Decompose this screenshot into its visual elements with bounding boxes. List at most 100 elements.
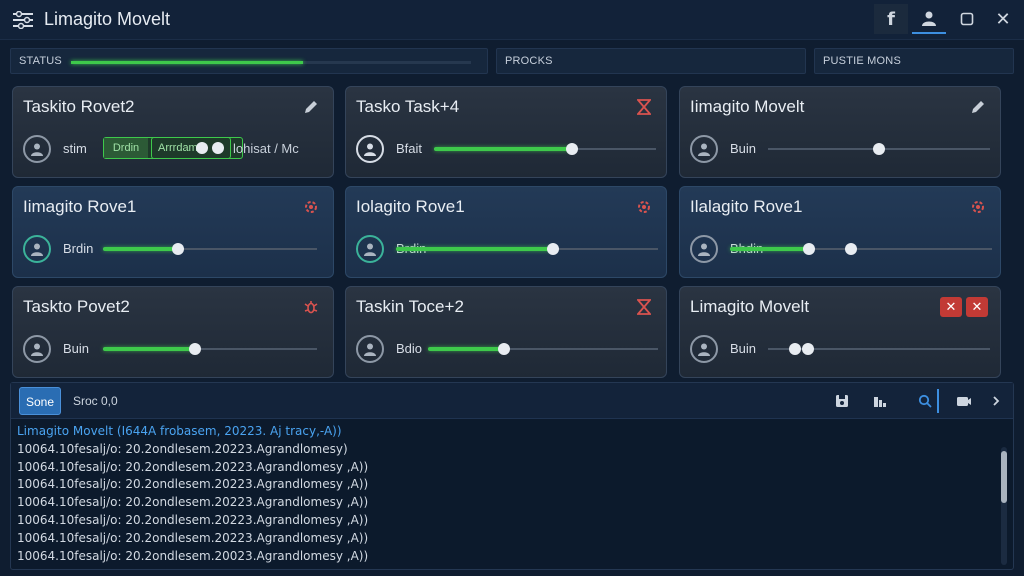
tab-sroc[interactable]: Sroc 0,0 bbox=[73, 394, 118, 408]
close-icon[interactable]: ✕ bbox=[966, 297, 988, 317]
avatar[interactable] bbox=[23, 135, 51, 163]
user-icon bbox=[31, 343, 43, 356]
card-title: Iimagito Movelt bbox=[690, 97, 805, 116]
task-card[interactable]: Iimagito Rove1 Brdin bbox=[12, 186, 334, 278]
gear-icon[interactable] bbox=[634, 197, 654, 217]
slider-fill bbox=[434, 147, 572, 151]
user-icon bbox=[364, 243, 376, 256]
slider-knob-secondary[interactable] bbox=[801, 343, 814, 355]
avatar[interactable] bbox=[356, 135, 384, 163]
card-title: Taskto Povet2 bbox=[23, 297, 130, 316]
slider-knob[interactable] bbox=[788, 343, 801, 355]
edit-icon[interactable] bbox=[301, 97, 321, 117]
segment-slider-label: Arrrdam bbox=[158, 142, 198, 154]
slider-track[interactable] bbox=[103, 243, 317, 255]
slider-track[interactable] bbox=[103, 343, 317, 355]
chart-button[interactable] bbox=[867, 389, 893, 413]
sliders-icon[interactable] bbox=[12, 11, 34, 29]
task-card[interactable]: Iimagito Movelt Buin bbox=[679, 86, 1001, 178]
maximize-icon bbox=[960, 12, 974, 26]
user-icon bbox=[364, 143, 376, 156]
task-card[interactable]: Taskito Rovet2 stim Drdin Arrrdam lohisa… bbox=[12, 86, 334, 178]
slider-track[interactable] bbox=[396, 243, 658, 255]
chevron-right-icon[interactable] bbox=[983, 389, 1009, 413]
user-icon bbox=[31, 143, 43, 156]
slider-label: Buin bbox=[63, 341, 90, 356]
avatar[interactable] bbox=[690, 335, 718, 363]
facebook-button[interactable]: f bbox=[874, 4, 908, 34]
slider-track[interactable] bbox=[730, 243, 992, 255]
process-bar: PROCKS bbox=[496, 48, 806, 74]
slider-label: Bdio bbox=[396, 341, 423, 356]
slider-track[interactable] bbox=[768, 143, 990, 155]
search-button[interactable] bbox=[913, 389, 939, 413]
bug-icon[interactable] bbox=[301, 297, 321, 317]
camera-icon bbox=[957, 397, 971, 406]
task-card[interactable]: Limagito Movelt ✕ ✕ Buin bbox=[679, 286, 1001, 378]
log-scrollbar[interactable] bbox=[1001, 447, 1007, 565]
log-line: 10064.10fesalj/o: 20.2ondlesem.20223.Agr… bbox=[17, 530, 369, 545]
hourglass-icon[interactable] bbox=[634, 97, 654, 117]
slider-label: stim bbox=[63, 141, 87, 156]
edit-icon[interactable] bbox=[968, 97, 988, 117]
status-label: STATUS bbox=[19, 55, 62, 67]
avatar[interactable] bbox=[23, 335, 51, 363]
gear-icon[interactable] bbox=[968, 197, 988, 217]
maximize-button[interactable] bbox=[950, 4, 984, 34]
slider-track[interactable] bbox=[434, 143, 656, 155]
log-panel: Sone Sroc 0,0 Limagito Movelt (I644A fro… bbox=[10, 382, 1014, 570]
log-line: 10064.10fesalj/o: 20.2ondlesem.20223.Agr… bbox=[17, 441, 348, 456]
avatar[interactable] bbox=[23, 235, 51, 263]
segment-slider[interactable]: Arrrdam bbox=[151, 137, 231, 159]
log-lines: Limagito Movelt (I644A frobasem, 20223. … bbox=[17, 423, 997, 565]
slider-knob[interactable] bbox=[802, 243, 815, 255]
status-progress-fill bbox=[71, 61, 303, 64]
slider-knob[interactable] bbox=[196, 142, 208, 154]
slider-knob[interactable] bbox=[547, 243, 560, 255]
log-line: 10064.10fesalj/o: 20.2ondlesem.20223.Agr… bbox=[17, 477, 369, 492]
task-card[interactable]: Tasko Task+4 Bfait bbox=[345, 86, 667, 178]
slider-label: Buin bbox=[730, 141, 757, 156]
task-card[interactable]: Taskto Povet2 Buin bbox=[12, 286, 334, 378]
slider-label: Brdin bbox=[63, 241, 94, 256]
slider-fill bbox=[428, 347, 504, 351]
avatar[interactable] bbox=[356, 335, 384, 363]
camera-button[interactable] bbox=[951, 389, 977, 413]
avatar[interactable] bbox=[690, 235, 718, 263]
task-card[interactable]: Iolagito Rove1 Brdin bbox=[345, 186, 667, 278]
card-title: Taskito Rovet2 bbox=[23, 97, 135, 116]
log-scrollbar-thumb[interactable] bbox=[1001, 451, 1007, 503]
user-icon bbox=[364, 343, 376, 356]
user-icon bbox=[698, 143, 710, 156]
slider-fill bbox=[103, 347, 196, 351]
close-icon[interactable]: ✕ bbox=[940, 297, 962, 317]
slider-knob[interactable] bbox=[171, 243, 184, 255]
card-title: Limagito Movelt bbox=[690, 297, 810, 316]
avatar[interactable] bbox=[356, 235, 384, 263]
user-button[interactable] bbox=[912, 4, 946, 34]
card-title: Taskin Toce+2 bbox=[356, 297, 464, 316]
slider-knob[interactable] bbox=[873, 143, 885, 155]
slider-knob[interactable] bbox=[189, 343, 202, 355]
slider-knob[interactable] bbox=[565, 143, 578, 155]
process-label: PROCKS bbox=[505, 55, 553, 67]
gear-icon[interactable] bbox=[301, 197, 321, 217]
slider-fill bbox=[396, 247, 554, 251]
task-card[interactable]: Taskin Toce+2 Bdio bbox=[345, 286, 667, 378]
slider-fill bbox=[730, 247, 809, 251]
segment-option[interactable]: Drdin bbox=[104, 138, 148, 158]
task-card[interactable]: Ilalagito Rove1 Bhdin bbox=[679, 186, 1001, 278]
log-line: 10064.10fesalj/o: 20.2ondlesem.20223.Agr… bbox=[17, 495, 369, 510]
slider-track[interactable] bbox=[428, 343, 658, 355]
close-window-button[interactable]: ✕ bbox=[986, 4, 1020, 34]
hourglass-icon[interactable] bbox=[634, 297, 654, 317]
slider-knob-secondary[interactable] bbox=[844, 243, 857, 255]
avatar[interactable] bbox=[690, 135, 718, 163]
slider-knob[interactable] bbox=[497, 343, 510, 355]
tab-sone[interactable]: Sone bbox=[19, 387, 62, 415]
actions-label: PUSTIE MONS bbox=[823, 55, 901, 67]
card-title: Tasko Task+4 bbox=[356, 97, 460, 116]
slider-knob[interactable] bbox=[212, 142, 224, 154]
save-button[interactable] bbox=[829, 389, 855, 413]
slider-track[interactable] bbox=[768, 343, 990, 355]
